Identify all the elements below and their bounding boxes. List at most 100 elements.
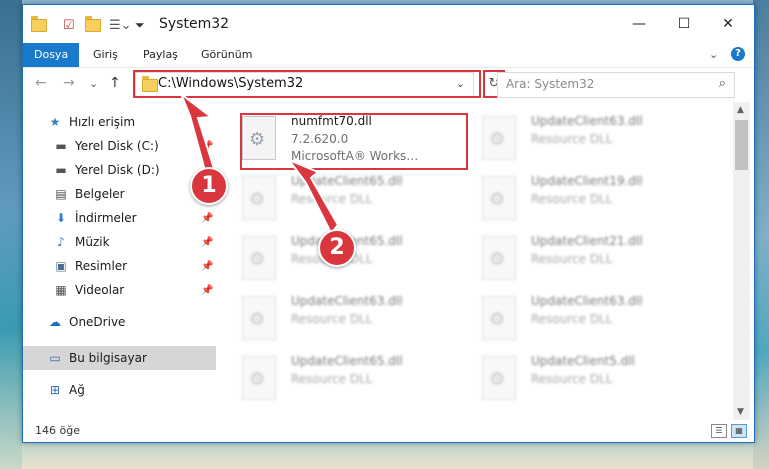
drive-icon: ▬ [55,139,67,153]
back-icon[interactable]: ← [35,75,47,91]
sidebar-item-music[interactable]: ♪ Müzik 📌 [23,230,216,254]
sidebar-item-pictures[interactable]: ▣ Resimler 📌 [23,254,216,278]
scroll-up-icon[interactable]: ▲ [737,105,744,115]
tab-gorunum[interactable]: Görünüm [201,43,252,67]
dll-file-icon [242,236,276,280]
callout-1: 1 [190,167,228,205]
pin-icon: 📌 [201,260,214,272]
folder-icon [31,15,47,34]
sidebar-item-label: OneDrive [69,315,126,329]
customize-toolbar-icon[interactable]: ☰⌄ [109,16,132,34]
title-bar: ☑ ☰⌄ ⏷ System32 — ☐ ✕ [23,5,754,43]
file-name: UpdateClient63.dll [531,114,643,128]
maximize-button[interactable]: ☐ [671,13,697,35]
up-icon[interactable]: ↑ [109,75,121,91]
file-list: numfmt70.dll 7.2.620.0 MicrosoftA® Works… [219,102,733,420]
properties-icon[interactable]: ☑ [63,16,75,34]
tab-paylas[interactable]: Paylaş [143,43,178,67]
file-name: UpdateClient65.dll [291,354,403,368]
close-button[interactable]: ✕ [715,13,741,35]
window-title: System32 [159,16,230,32]
pictures-icon: ▣ [55,259,67,273]
search-box[interactable]: Ara: System32 ⌕ [497,72,735,98]
file-name: UpdateClient65.dll [291,174,403,188]
callout-2: 2 [318,229,356,267]
video-icon: ▦ [55,283,67,297]
file-name: UpdateClient63.dll [531,294,643,308]
dll-file-icon [482,356,516,400]
pin-icon: 📌 [201,212,214,224]
file-description: Resource DLL [291,192,373,206]
desktop-background-left [0,0,22,469]
explorer-window: ☑ ☰⌄ ⏷ System32 — ☐ ✕ Dosya Giriş Paylaş… [22,4,755,443]
sidebar-item-documents[interactable]: ▤ Belgeler [23,182,216,206]
file-description: Resource DLL [291,372,373,386]
navigation-pane: ★ Hızlı erişim ▬ Yerel Disk (C:) 📌 ▬ Yer… [23,102,216,420]
tab-dosya[interactable]: Dosya [23,43,80,67]
file-description: Resource DLL [531,132,613,146]
file-description: Resource DLL [531,372,613,386]
sidebar-item-label: Yerel Disk (C:) [75,139,159,153]
navigation-bar: ← → ⌄ ↑ C:\Windows\System32 ⌄ ↻ Ara: Sys… [23,67,754,102]
sidebar-item-downloads[interactable]: ⬇ İndirmeler 📌 [23,206,216,230]
tab-giris[interactable]: Giriş [93,43,118,67]
file-name: UpdateClient19.dll [531,174,643,188]
file-item[interactable]: UpdateClient21.dll Resource DLL [459,230,689,284]
sidebar-item-label: Müzik [75,235,110,249]
scroll-down-icon[interactable]: ▼ [737,407,744,417]
star-icon: ★ [49,115,61,129]
sidebar-item-onedrive[interactable]: ☁ OneDrive [23,310,216,334]
sidebar-item-this-pc[interactable]: ▭ Bu bilgisayar [23,346,216,370]
sidebar-item-label: İndirmeler [75,211,137,225]
file-item[interactable]: UpdateClient63.dll Resource DLL [459,290,689,344]
dll-file-icon [482,236,516,280]
details-view-icon[interactable]: ☰ [711,424,727,438]
file-item[interactable]: UpdateClient65.dll Resource DLL [219,350,449,404]
documents-icon: ▤ [55,187,67,201]
pin-icon: 📌 [201,140,214,152]
minimize-button[interactable]: — [626,13,652,35]
help-icon[interactable]: ? [731,47,745,61]
search-placeholder: Ara: System32 [506,77,595,91]
search-icon[interactable]: ⌕ [719,76,726,91]
dll-file-icon [242,356,276,400]
dll-file-icon [482,116,516,160]
dll-file-icon [482,296,516,340]
item-count: 146 öğe [35,424,80,437]
new-folder-icon[interactable] [85,15,101,34]
status-bar: 146 öğe ☰ ▦ [23,420,754,442]
file-item[interactable]: UpdateClient5.dll Resource DLL [459,350,689,404]
sidebar-item-label: Resimler [75,259,128,273]
file-description: Resource DLL [531,312,613,326]
sidebar-item-quick-access[interactable]: ★ Hızlı erişim [23,110,216,134]
sidebar-item-disk-c[interactable]: ▬ Yerel Disk (C:) 📌 [23,134,216,158]
sidebar-item-label: Bu bilgisayar [69,351,147,365]
sidebar-item-disk-d[interactable]: ▬ Yerel Disk (D:) [23,158,216,182]
address-highlight-box [133,70,481,98]
sidebar-item-label: Yerel Disk (D:) [75,163,160,177]
recent-locations-icon[interactable]: ⌄ [89,77,98,90]
file-name: UpdateClient63.dll [291,294,403,308]
download-icon: ⬇ [55,211,67,225]
file-item[interactable]: UpdateClient63.dll Resource DLL [459,110,689,164]
file-name: UpdateClient5.dll [531,354,635,368]
forward-icon[interactable]: → [63,75,75,91]
cloud-icon: ☁ [49,315,61,329]
pin-icon: 📌 [201,284,214,296]
file-item[interactable]: UpdateClient19.dll Resource DLL [459,170,689,224]
sidebar-item-network[interactable]: ⊞ Ağ [23,378,216,402]
computer-icon: ▭ [49,351,61,365]
tiles-view-icon[interactable]: ▦ [731,424,747,438]
scrollbar-thumb[interactable] [735,120,748,170]
ribbon-collapse-icon[interactable]: ⌄ [709,43,718,67]
ribbon-tabs: Dosya Giriş Paylaş Görünüm ⌄ ? [23,43,754,67]
vertical-scrollbar[interactable]: ▲ ▼ [733,102,750,420]
file-item[interactable]: UpdateClient63.dll Resource DLL [219,290,449,344]
file-name: UpdateClient21.dll [531,234,643,248]
file-description: Resource DLL [531,192,613,206]
sidebar-item-videos[interactable]: ▦ Videolar 📌 [23,278,216,302]
quick-access-dropdown-icon[interactable]: ⏷ [135,16,145,34]
drive-icon: ▬ [55,163,67,177]
dll-file-icon [242,296,276,340]
file-item[interactable]: UpdateClient65.dll Resource DLL [219,170,449,224]
